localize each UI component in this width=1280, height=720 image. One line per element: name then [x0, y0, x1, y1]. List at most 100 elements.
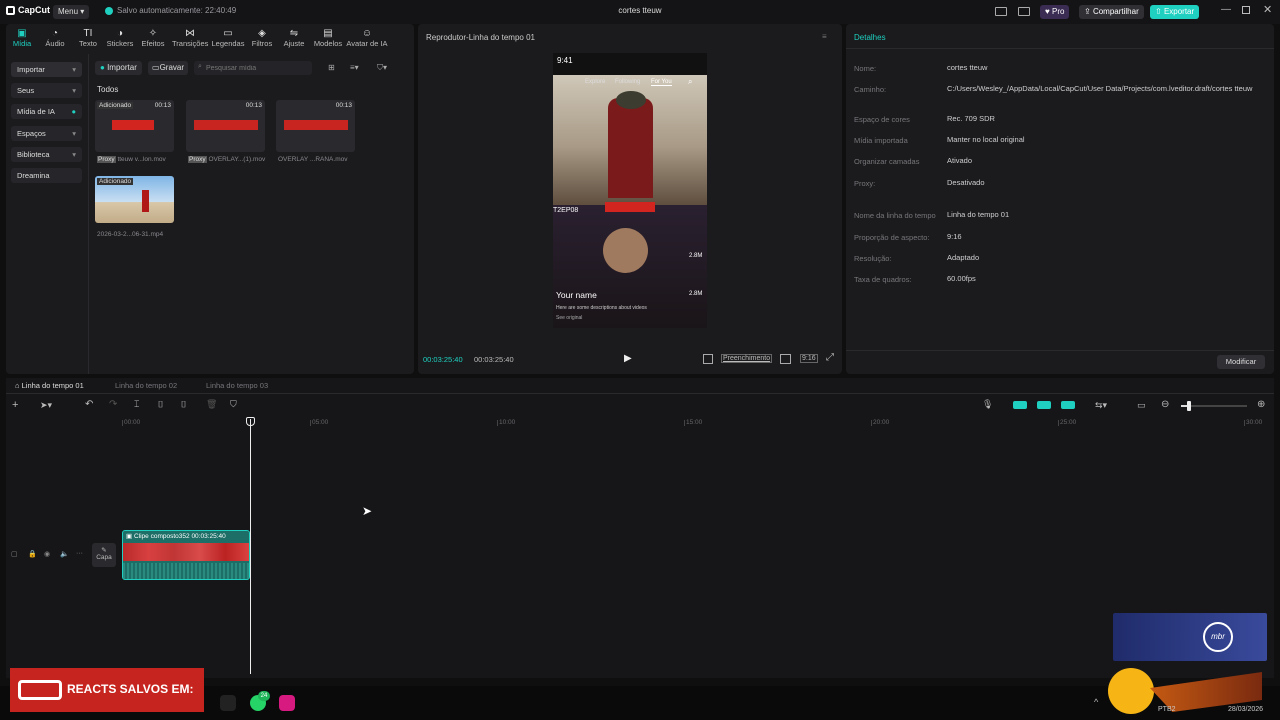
- sort-icon[interactable]: ≡▾: [350, 63, 359, 72]
- media-card[interactable]: Adicionado: [95, 176, 174, 223]
- sidebar-item-library[interactable]: Biblioteca ▾: [11, 147, 82, 162]
- media-card[interactable]: 00:13: [186, 100, 265, 152]
- menu-button[interactable]: Menu ▾: [53, 5, 90, 19]
- zoom-slider-handle[interactable]: [1187, 401, 1191, 411]
- preview-axis-icon[interactable]: ⇆▾: [1095, 400, 1107, 411]
- microphone-icon[interactable]: 🎙: [982, 399, 993, 410]
- detail-key: Proxy:: [854, 179, 876, 188]
- text-icon: TI: [83, 28, 93, 39]
- ruler-tick: 00:00: [124, 419, 141, 426]
- toolbar-transitions[interactable]: ⋈ Transições: [172, 28, 208, 48]
- adjust-icon: ⇋: [289, 28, 299, 39]
- video-preview[interactable]: 9:41 Explore Following For You ⌕ T2EP08 …: [553, 53, 707, 328]
- timeline-tab-label: Linha do tempo 01: [21, 381, 84, 390]
- edit-icon: ✎: [101, 547, 107, 554]
- toolbar-media[interactable]: ▣ Mídia: [5, 28, 39, 48]
- added-badge: Adicionado: [97, 178, 134, 185]
- player-menu-icon[interactable]: ≡: [822, 32, 827, 41]
- playhead[interactable]: [250, 419, 251, 674]
- close-icon[interactable]: ✕: [1263, 3, 1272, 16]
- split-icon[interactable]: ⌶: [134, 399, 139, 410]
- timeline-divider: [6, 393, 1274, 394]
- trim-left-icon[interactable]: ⌷: [158, 399, 163, 410]
- eye-icon[interactable]: ◉: [44, 550, 50, 558]
- fill-mode-button[interactable]: Preenchimento: [721, 354, 773, 363]
- timeline-tab-1[interactable]: ⌂ Linha do tempo 01: [15, 381, 84, 390]
- speaker-icon[interactable]: 🔈: [60, 550, 69, 558]
- details-panel: [846, 24, 1274, 374]
- screenshot-icon[interactable]: [780, 354, 791, 364]
- minimize-icon[interactable]: —: [1221, 4, 1231, 15]
- maximize-icon[interactable]: [1242, 6, 1250, 14]
- search-input[interactable]: [194, 61, 312, 75]
- toolbar-ai-avatar[interactable]: ☺ Avatar de IA: [345, 28, 389, 48]
- sidebar-item-ai-media[interactable]: Mídia de IA ●: [11, 104, 82, 119]
- add-track-icon[interactable]: +: [12, 399, 18, 411]
- magnet-icon[interactable]: [1013, 401, 1027, 409]
- toolbar-filters[interactable]: ◈ Filtros: [245, 28, 279, 48]
- toolbar-label: Filtros: [251, 39, 273, 48]
- plus-circle-icon: ●: [100, 63, 105, 72]
- capcut-taskbar-icon[interactable]: [220, 695, 236, 711]
- crop-icon[interactable]: [703, 354, 713, 364]
- toolbar-adjust[interactable]: ⇋ Ajuste: [277, 28, 311, 48]
- trim-right-icon[interactable]: ⌷: [181, 399, 186, 410]
- delete-icon[interactable]: 🗑: [206, 399, 217, 410]
- zoom-in-icon[interactable]: ⊕: [1257, 399, 1265, 410]
- sidebar-item-spaces[interactable]: Espaços ▾: [11, 126, 82, 141]
- ruler-tick: 10:00: [499, 419, 516, 426]
- cover-button[interactable]: ✎ Capa: [92, 543, 116, 567]
- ruler-tick: 05:00: [312, 419, 329, 426]
- toolbar-label: Áudio: [45, 39, 65, 48]
- share-button[interactable]: ⇪ Compartilhar: [1079, 5, 1144, 19]
- monitor-icon[interactable]: [1018, 7, 1030, 16]
- media-filename: 2026-03-2...06-31.mp4: [97, 231, 164, 238]
- detail-value: Rec. 709 SDR: [947, 114, 995, 123]
- lock-icon[interactable]: 🔒: [28, 550, 37, 558]
- app-taskbar-icon[interactable]: [279, 695, 295, 711]
- more-icon[interactable]: ···: [76, 550, 83, 557]
- phone-time: 9:41: [557, 56, 573, 65]
- zoom-out-icon[interactable]: ⊖: [1161, 399, 1169, 410]
- track-checkbox-icon[interactable]: ▢: [11, 550, 18, 558]
- ruler-tick: 30:00: [1246, 419, 1263, 426]
- record-button[interactable]: ▭Gravar: [148, 61, 189, 75]
- fullscreen-icon[interactable]: ⤢: [826, 352, 834, 363]
- caption-icon[interactable]: ▭: [1137, 400, 1146, 411]
- pro-button[interactable]: ♥ Pro: [1040, 5, 1070, 19]
- undo-icon[interactable]: ↶: [85, 399, 93, 410]
- view-toggle-icon[interactable]: ⊞: [328, 63, 335, 72]
- aspect-ratio-button[interactable]: 9:16: [800, 354, 818, 363]
- toolbar-stickers[interactable]: ◑ Stickers: [103, 28, 137, 48]
- tray-chevron-icon[interactable]: ^: [1094, 697, 1098, 707]
- media-duration: 00:13: [245, 102, 262, 109]
- play-icon[interactable]: ▶: [624, 353, 632, 364]
- redo-icon[interactable]: ↷: [109, 399, 117, 410]
- timeline-clip[interactable]: ▣ Clipe composto352 00:03:25:40: [122, 530, 250, 580]
- modify-button[interactable]: Modificar: [1217, 355, 1265, 369]
- link-icon[interactable]: [1037, 401, 1051, 409]
- select-tool-icon[interactable]: ➤▾: [40, 400, 52, 411]
- layout-icon[interactable]: [995, 7, 1007, 16]
- toolbar-captions[interactable]: ▭ Legendas: [210, 28, 246, 48]
- toolbar-text[interactable]: TI Texto: [71, 28, 105, 48]
- media-card[interactable]: 00:13: [276, 100, 355, 152]
- export-button[interactable]: ⇧ Exportar: [1150, 5, 1200, 19]
- media-card[interactable]: Adicionado 00:13: [95, 100, 174, 152]
- detail-value: Manter no local original: [947, 135, 1025, 144]
- sidebar-item-import[interactable]: Importar ▾: [11, 62, 82, 77]
- snap-icon[interactable]: [1061, 401, 1075, 409]
- toolbar-templates[interactable]: ▤ Modelos: [311, 28, 345, 48]
- playhead-handle[interactable]: [246, 417, 255, 426]
- sidebar-item-dreamina[interactable]: Dreamina: [11, 168, 82, 183]
- toolbar-effects[interactable]: ✧ Efeitos: [136, 28, 170, 48]
- toolbar-label: Efeitos: [141, 39, 165, 48]
- toolbar-audio[interactable]: ◔ Áudio: [38, 28, 72, 48]
- import-button[interactable]: ● Importar: [95, 61, 142, 75]
- timeline-tab-2[interactable]: Linha do tempo 02: [115, 381, 177, 390]
- effects-icon: ✧: [148, 28, 158, 39]
- shield-icon[interactable]: ⛉: [230, 399, 237, 410]
- timeline-tab-3[interactable]: Linha do tempo 03: [206, 381, 268, 390]
- filter-icon[interactable]: ⛉▾: [377, 63, 387, 73]
- sidebar-item-yours[interactable]: Seus ▾: [11, 83, 82, 98]
